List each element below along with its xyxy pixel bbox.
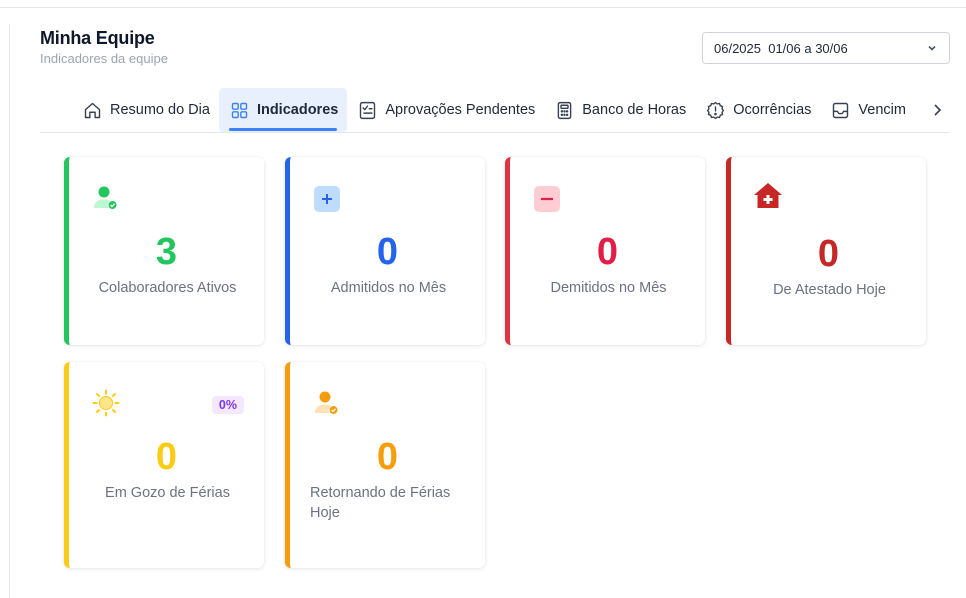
vacation-percent-badge: 0% bbox=[211, 396, 244, 414]
checklist-icon bbox=[360, 101, 376, 119]
tab-bar-divider bbox=[40, 132, 950, 133]
card-label: Admitidos no Mês bbox=[330, 280, 447, 296]
user-check-icon bbox=[94, 186, 118, 210]
tab-bar: Resumo do Dia Indicadores Aprovações Pen… bbox=[72, 88, 922, 132]
home-icon bbox=[84, 102, 101, 118]
alert-circle-icon bbox=[707, 101, 725, 119]
card-label: Colaboradores Ativos bbox=[98, 280, 237, 296]
calculator-icon bbox=[557, 101, 572, 119]
card-label: De Atestado Hoje bbox=[773, 282, 886, 298]
tab-label: Aprovações Pendentes bbox=[385, 102, 536, 118]
tab-indicadores[interactable]: Indicadores bbox=[218, 88, 348, 132]
tab-label: Ocorrências bbox=[733, 102, 812, 118]
page-header: Minha Equipe Indicadores da equipe bbox=[40, 28, 168, 66]
period-select-value: 06/2025 01/06 a 30/06 bbox=[714, 40, 848, 56]
card-label: Retornando de Férias Hoje bbox=[310, 485, 451, 521]
page-subtitle: Indicadores da equipe bbox=[40, 51, 168, 66]
card-colaboradores-ativos: 3 Colaboradores Ativos bbox=[64, 157, 264, 345]
chevron-down-icon bbox=[928, 45, 936, 51]
card-de-atestado-hoje: 0 De Atestado Hoje bbox=[726, 157, 926, 345]
plus-icon bbox=[314, 186, 340, 212]
hospital-icon bbox=[754, 183, 782, 208]
card-label: Em Gozo de Férias bbox=[105, 485, 230, 501]
tab-vencimentos[interactable]: Vencim bbox=[820, 88, 915, 132]
tab-scroll-next-button[interactable] bbox=[926, 98, 948, 122]
card-admitidos-no-mes: 0 Admitidos no Mês bbox=[285, 157, 485, 345]
card-demitidos-no-mes: 0 Demitidos no Mês bbox=[505, 157, 705, 345]
tab-label: Banco de Horas bbox=[582, 102, 687, 118]
tab-resumo-do-dia[interactable]: Resumo do Dia bbox=[72, 88, 219, 132]
sun-icon bbox=[92, 389, 120, 417]
tab-label: Vencim bbox=[858, 102, 906, 118]
minus-icon bbox=[534, 186, 560, 212]
page-title: Minha Equipe bbox=[40, 28, 155, 48]
left-divider bbox=[9, 24, 10, 598]
top-divider bbox=[0, 7, 966, 8]
card-value: 3 bbox=[155, 231, 178, 273]
card-retornando-de-ferias-hoje: 0 Retornando de Férias Hoje bbox=[285, 362, 485, 568]
card-label: Demitidos no Mês bbox=[550, 280, 667, 296]
tab-aprovacoes-pendentes[interactable]: Aprovações Pendentes bbox=[347, 88, 544, 132]
grid-icon bbox=[231, 102, 248, 118]
card-value: 0 bbox=[376, 231, 399, 273]
inbox-icon bbox=[833, 102, 849, 118]
card-em-gozo-de-ferias: 0% 0 Em Gozo de Férias bbox=[64, 362, 264, 568]
user-return-icon bbox=[315, 391, 339, 415]
card-value: 0 bbox=[376, 436, 399, 478]
tab-label: Resumo do Dia bbox=[110, 102, 210, 118]
chevron-right-icon bbox=[934, 104, 942, 116]
tab-banco-de-horas[interactable]: Banco de Horas bbox=[544, 88, 695, 132]
card-value: 0 bbox=[155, 436, 178, 478]
card-value: 0 bbox=[596, 231, 619, 273]
tab-ocorrencias[interactable]: Ocorrências bbox=[695, 88, 820, 132]
period-select[interactable]: 06/2025 01/06 a 30/06 bbox=[702, 32, 950, 64]
tab-label: Indicadores bbox=[256, 102, 339, 118]
card-value: 0 bbox=[817, 233, 840, 275]
